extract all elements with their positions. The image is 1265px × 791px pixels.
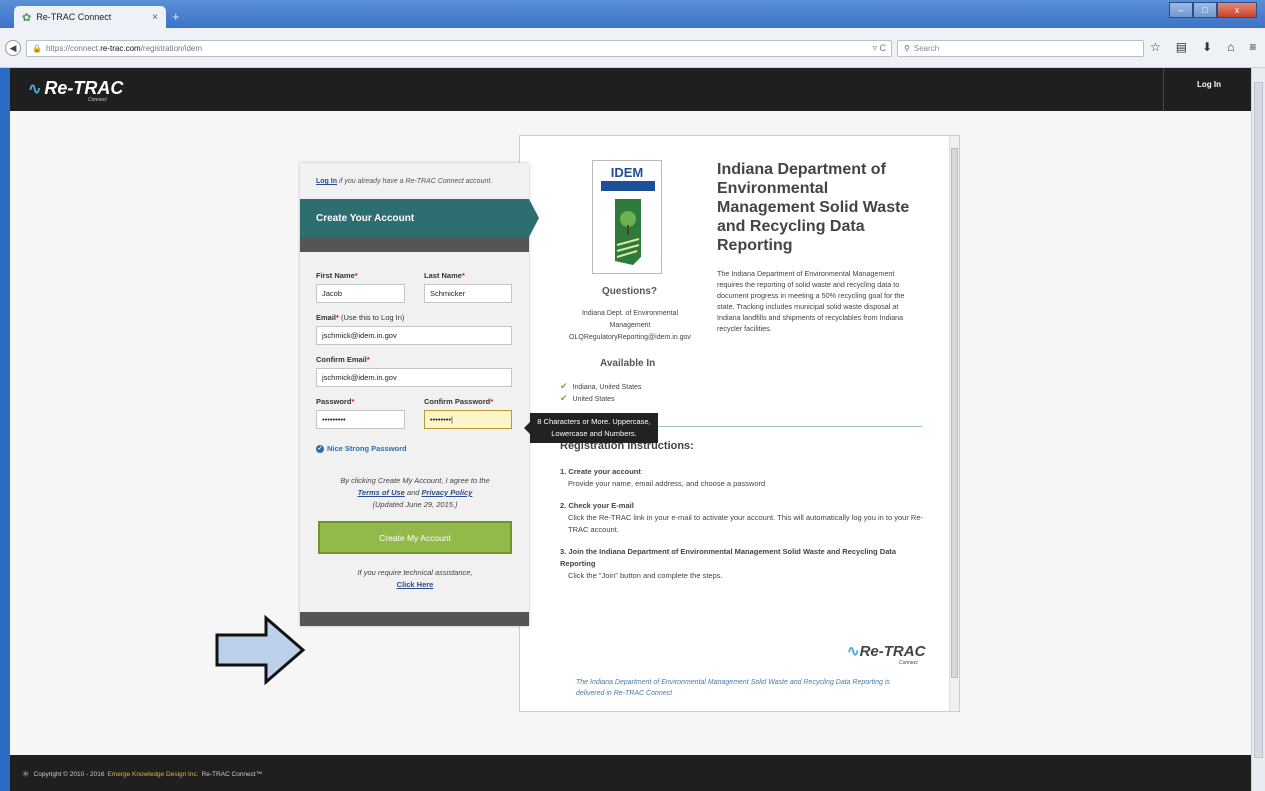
- bookmark-star-icon[interactable]: ☆: [1150, 40, 1161, 54]
- password-label: Password*: [316, 397, 355, 406]
- window-controls: – □ x: [1169, 2, 1257, 18]
- new-tab-button[interactable]: +: [172, 9, 180, 24]
- password-tooltip: 8 Characters or More. Uppercase, Lowerca…: [524, 413, 658, 443]
- card-footer-strip: [300, 612, 529, 626]
- url-host: re-trac.com: [100, 44, 141, 53]
- search-bar[interactable]: ⚲ Search: [897, 40, 1144, 57]
- home-icon[interactable]: ⌂: [1227, 40, 1234, 54]
- program-description: The Indiana Department of Environmental …: [717, 269, 905, 333]
- instructions-list: 1. Create your account Provide your name…: [560, 466, 930, 592]
- menu-icon[interactable]: ≡: [1249, 40, 1256, 54]
- panel-scrollbar-thumb[interactable]: [951, 148, 958, 678]
- header-divider: [1163, 68, 1164, 111]
- banner-strip: [300, 237, 529, 252]
- url-bar[interactable]: 🔒 https://connect. re-trac.com/registrati…: [26, 40, 892, 57]
- create-account-banner: Create Your Account: [300, 199, 529, 237]
- strength-check-icon: ✓: [316, 444, 324, 453]
- terms-of-use-link[interactable]: Terms of Use: [358, 488, 405, 497]
- close-window-button[interactable]: x: [1217, 2, 1257, 18]
- url-prefix: https://connect.: [45, 44, 101, 53]
- questions-email[interactable]: OLQRegulatoryReporting@idem.in.gov: [560, 332, 700, 344]
- search-icon: ⚲: [904, 44, 910, 53]
- callout-arrow-icon: [215, 615, 306, 685]
- assistance-text: If you require technical assistance, Cli…: [357, 568, 473, 589]
- back-arrow-icon[interactable]: ◀: [5, 40, 21, 56]
- first-name-label: First Name*: [316, 271, 358, 280]
- program-title: Indiana Department of Environmental Mana…: [717, 161, 910, 254]
- privacy-policy-link[interactable]: Privacy Policy: [422, 488, 473, 497]
- confirm-password-input[interactable]: ••••••••|: [424, 410, 512, 429]
- emerge-logo-icon: ✳: [22, 769, 30, 779]
- login-hint: Log In if you already have a Re-TRAC Con…: [316, 178, 493, 185]
- instruction-step: 1. Create your account Provide your name…: [560, 467, 766, 488]
- retrac-logo-mark-icon: ∿: [847, 643, 860, 660]
- page-scrollbar[interactable]: [1251, 68, 1265, 791]
- check-icon: ✔: [560, 393, 568, 403]
- page-content: IDEM Indiana Department of Environmental…: [10, 111, 1251, 755]
- reading-list-icon[interactable]: ▤: [1176, 40, 1187, 54]
- close-tab-icon[interactable]: ×: [152, 12, 158, 23]
- banner-arrow: [529, 199, 539, 237]
- registration-card: Log In if you already have a Re-TRAC Con…: [300, 163, 539, 626]
- browser-toolbar-icons: ☆ ▤ ⬇ ⌂ ≡: [1150, 40, 1256, 54]
- maximize-button[interactable]: □: [1193, 2, 1217, 18]
- logo-sub: Connect: [88, 97, 107, 103]
- last-name-label: Last Name*: [424, 271, 465, 280]
- questions-org-line2: Management: [609, 322, 651, 329]
- instruction-step: 2. Check your E-mail Click the Re-TRAC l…: [560, 501, 923, 534]
- confirm-password-label: Confirm Password*: [424, 397, 494, 406]
- available-item: ✔ Indiana, United States: [560, 381, 642, 391]
- browser-tab-bar: ✿ Re-TRAC Connect × + – □ x: [0, 0, 1265, 28]
- page-scrollbar-thumb[interactable]: [1254, 82, 1263, 758]
- available-list: ✔ Indiana, United States ✔ United States: [560, 381, 641, 405]
- available-item: ✔ United States: [560, 393, 615, 403]
- retrac-logo-mark-icon: ∿: [28, 80, 42, 98]
- window-edge: [0, 755, 10, 791]
- password-input[interactable]: •••••••••: [316, 410, 405, 429]
- retrac-logo[interactable]: ∿ Re-TRAC Connect: [28, 78, 124, 103]
- download-icon[interactable]: ⬇: [1202, 40, 1212, 54]
- reload-icon[interactable]: ▿ C: [872, 43, 886, 54]
- panel-scrollbar[interactable]: [949, 136, 959, 711]
- retrac-footer-logo: ∿Re-TRAC Connect: [847, 643, 926, 666]
- browser-tab[interactable]: ✿ Re-TRAC Connect ×: [14, 6, 166, 28]
- questions-org-line1: Indiana Dept. of Environmental: [581, 310, 679, 317]
- create-account-button[interactable]: Create My Account: [318, 521, 512, 554]
- password-strength: ✓ Nice Strong Password: [316, 444, 407, 453]
- minimize-button[interactable]: –: [1169, 2, 1193, 18]
- instruction-step: 3. Join the Indiana Department of Enviro…: [560, 547, 897, 580]
- site-header: ∿ Re-TRAC Connect Log In: [10, 68, 1251, 111]
- click-here-link[interactable]: Click Here: [397, 580, 434, 589]
- first-name-input[interactable]: Jacob: [316, 284, 405, 303]
- confirm-email-input[interactable]: jschmick@idem.in.gov: [316, 368, 512, 387]
- email-label: Email* (Use this to Log In): [316, 313, 405, 322]
- site-footer: ✳ Copyright © 2010 - 2016 Emerge Knowled…: [10, 755, 1251, 791]
- copyright-text: ✳ Copyright © 2010 - 2016 Emerge Knowled…: [22, 769, 263, 779]
- questions-title: Questions?: [602, 286, 658, 297]
- agreement-text: By clicking Create My Account, I agree t…: [340, 476, 490, 509]
- available-title: Available In: [600, 358, 656, 369]
- idem-logo: IDEM: [592, 160, 662, 274]
- check-icon: ✔: [560, 381, 568, 391]
- confirm-email-label: Confirm Email*: [316, 355, 370, 364]
- email-input[interactable]: jschmick@idem.in.gov: [316, 326, 512, 345]
- indiana-map-icon: [615, 199, 641, 265]
- retrac-favicon-icon: ✿: [22, 11, 32, 24]
- delivered-note: The Indiana Department of Environmental …: [576, 679, 890, 697]
- last-name-input[interactable]: Schmicker: [424, 284, 512, 303]
- login-link[interactable]: Log In: [316, 178, 337, 185]
- search-placeholder: Search: [913, 44, 940, 53]
- questions-contact: Indiana Dept. of Environmental Managemen…: [560, 308, 700, 344]
- url-path: /registration/idem: [140, 44, 203, 53]
- header-login-link[interactable]: Log In: [1197, 80, 1221, 89]
- logo-text: Re-TRAC: [44, 78, 124, 98]
- lock-icon: 🔒: [32, 44, 42, 53]
- tab-title: Re-TRAC Connect: [36, 12, 112, 22]
- browser-nav-bar: ◀ 🔒 https://connect. re-trac.com/registra…: [0, 28, 1265, 68]
- company-link[interactable]: Emerge Knowledge Design Inc.: [107, 771, 198, 778]
